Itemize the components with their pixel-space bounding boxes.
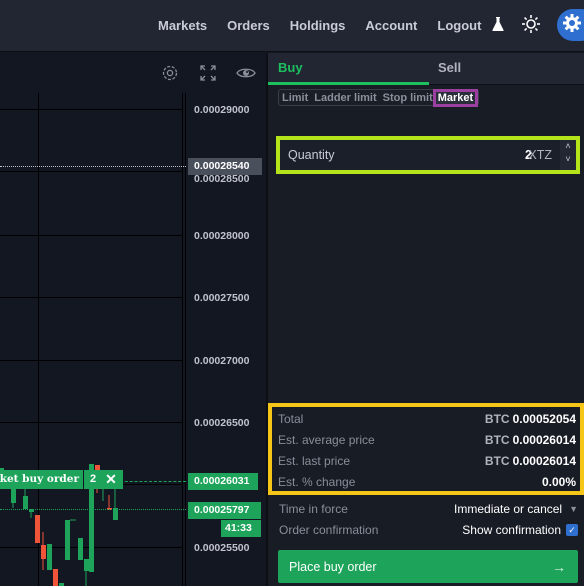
nav-holdings[interactable]: Holdings: [290, 18, 346, 33]
order-type-market[interactable]: Market: [432, 88, 479, 107]
quantity-label: Quantity: [288, 148, 335, 162]
show-confirmation-toggle[interactable]: Show confirmation ✓: [462, 523, 578, 537]
arrow-right-icon: →: [552, 558, 566, 575]
summary-value: 0.00026014: [512, 433, 576, 447]
order-type-stop-limit[interactable]: Stop limit: [383, 92, 433, 104]
tab-sell[interactable]: Sell: [438, 53, 461, 85]
summary-label: Est. % change: [278, 475, 356, 489]
order-type-ladder-limit[interactable]: Ladder limit: [314, 92, 376, 104]
order-label-text: Market buy order: [0, 473, 79, 485]
summary-label: Total: [278, 412, 304, 426]
order-confirmation-row: Order confirmation Show confirmation ✓: [279, 520, 578, 540]
price-chart[interactable]: 0.00029000 0.00028500 0.00028000 0.00027…: [0, 53, 266, 586]
order-summary: Total BTC 0.00052054 Est. average price B…: [268, 403, 584, 495]
summary-currency: BTC: [484, 412, 510, 426]
nav-markets[interactable]: Markets: [158, 18, 207, 33]
time-in-force-value: Immediate or cancel: [454, 502, 563, 516]
summary-currency: BTC: [484, 454, 510, 468]
price-axis-label: 0.00028000: [194, 230, 250, 242]
nav-orders[interactable]: Orders: [227, 18, 270, 33]
candle: [11, 488, 16, 503]
candle: [23, 496, 28, 509]
order-qty-box: 2 ✕: [84, 470, 123, 489]
order-label: Market buy order: [0, 470, 83, 489]
summary-value: 0.00052054: [512, 412, 576, 426]
quantity-field[interactable]: Quantity 2 XTZ ˄ ˅: [276, 136, 580, 174]
fullscreen-icon[interactable]: [199, 64, 217, 82]
price-axis-label: 0.00029000: [194, 104, 250, 116]
grid-line: [0, 171, 183, 172]
active-tab-indicator: [268, 82, 429, 85]
candle: [53, 569, 58, 586]
quantity-unit: XTZ: [528, 148, 552, 162]
flask-icon[interactable]: [490, 15, 506, 33]
increment-icon[interactable]: ˄: [560, 140, 576, 153]
chart-settings-icon[interactable]: [160, 63, 180, 83]
place-order-label: Place buy order: [289, 559, 377, 574]
grid-line: [0, 360, 183, 361]
settings-button[interactable]: [557, 9, 584, 41]
decrement-icon[interactable]: ˅: [560, 153, 576, 166]
current-price-tag: 0.00028540: [188, 158, 262, 175]
order-type-limit[interactable]: Limit: [282, 92, 308, 104]
grid-line: [0, 297, 183, 298]
grid-line: [0, 235, 183, 236]
top-navbar: Markets Orders Holdings Account Logout: [0, 0, 584, 52]
candle: [65, 520, 70, 560]
time-in-force-select[interactable]: Immediate or cancel ▼: [454, 502, 578, 516]
last-price-tag: 0.00025797: [188, 502, 261, 519]
buy-sell-tabs: Buy Sell: [268, 53, 584, 85]
summary-row-total: Total BTC 0.00052054: [278, 409, 576, 429]
tab-buy[interactable]: Buy: [278, 53, 303, 85]
nav-links: Markets Orders Holdings Account Logout: [158, 0, 481, 50]
order-qty: 2: [90, 473, 97, 485]
price-axis-label: 0.00027500: [194, 292, 250, 304]
sun-icon[interactable]: [521, 14, 541, 34]
candle-countdown: 41:33: [221, 520, 261, 537]
time-in-force-row: Time in force Immediate or cancel ▼: [279, 499, 578, 519]
summary-label: Est. last price: [278, 454, 351, 468]
order-price-tag: 0.00026031: [188, 473, 258, 490]
place-buy-order-button[interactable]: Place buy order →: [278, 550, 578, 583]
last-price-line: [0, 509, 186, 510]
order-type-selector: Limit Ladder limit Stop limit Market: [278, 88, 480, 107]
candle: [78, 538, 83, 560]
grid-line: [0, 109, 183, 110]
summary-row-pct-change: Est. % change 0.00%: [278, 472, 576, 492]
gear-icon: [563, 13, 581, 37]
summary-row-last-price: Est. last price BTC 0.00026014: [278, 451, 576, 471]
summary-row-avg-price: Est. average price BTC 0.00026014: [278, 430, 576, 450]
summary-label: Est. average price: [278, 433, 375, 447]
eye-icon[interactable]: [235, 64, 257, 82]
chevron-down-icon: ▼: [569, 504, 578, 514]
price-axis-label: 0.00025500: [194, 542, 250, 554]
grid-line: [0, 422, 183, 423]
nav-account[interactable]: Account: [365, 18, 417, 33]
quantity-stepper[interactable]: ˄ ˅: [560, 140, 576, 170]
nav-logout[interactable]: Logout: [437, 18, 481, 33]
order-panel: Buy Sell Limit Ladder limit Stop limit M…: [266, 53, 584, 586]
price-axis-label: 0.00027000: [194, 355, 250, 367]
show-confirmation-checkbox[interactable]: ✓: [566, 524, 578, 536]
time-in-force-label: Time in force: [279, 502, 348, 516]
show-confirmation-label: Show confirmation: [462, 523, 561, 537]
summary-value: 0.00026014: [512, 454, 576, 468]
chart-toolbar: [0, 61, 266, 85]
order-price-line: [120, 481, 186, 482]
order-confirmation-label: Order confirmation: [279, 523, 379, 537]
cancel-order-icon[interactable]: ✕: [105, 470, 117, 489]
candle: [84, 559, 89, 571]
current-price-line: [0, 166, 186, 167]
summary-currency: BTC: [484, 433, 510, 447]
summary-value: 0.00%: [541, 475, 576, 489]
candle: [35, 515, 40, 543]
price-axis-label: 0.00026500: [194, 417, 250, 429]
candle: [47, 544, 52, 570]
